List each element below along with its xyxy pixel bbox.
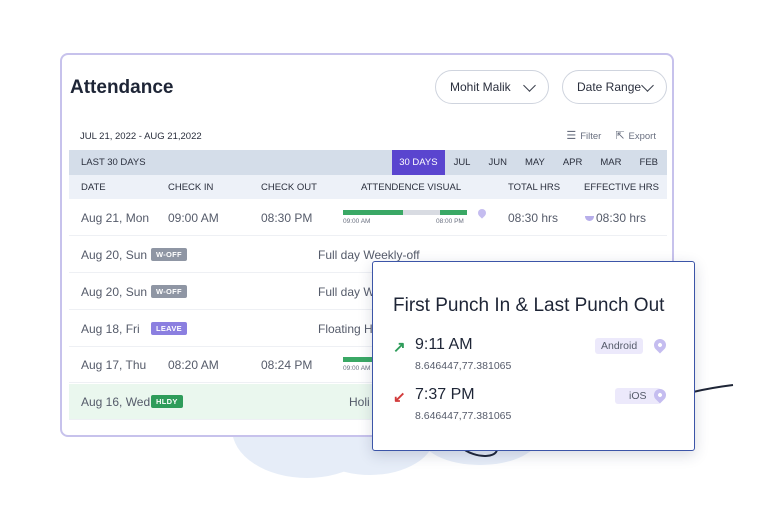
tab-may[interactable]: MAY <box>516 150 554 175</box>
column-header: CHECK IN <box>168 182 214 193</box>
status-badge: LEAVE <box>151 322 187 335</box>
row-note: Floating Ho <box>318 322 380 336</box>
column-header: TOTAL HRS <box>508 182 561 193</box>
filter-label: Filter <box>580 131 602 142</box>
table-header: DATE CHECK IN CHECK OUT ATTENDENCE VISUA… <box>69 175 667 199</box>
toolbar-actions: ☰ Filter ⇱ Export <box>566 129 656 142</box>
punch-out-coords: 8.646447,77.381065 <box>415 410 512 422</box>
tab-jun[interactable]: JUN <box>479 150 515 175</box>
attendance-visual: 09:00 AM 08:00 PM <box>343 210 468 228</box>
row-note: Holi <box>349 395 370 409</box>
row-date: Aug 17, Thu <box>81 358 147 372</box>
filter-icon: ☰ <box>566 130 577 142</box>
filter-button[interactable]: ☰ Filter <box>566 129 601 142</box>
row-note: Full day Weekly-off <box>318 248 420 262</box>
punch-out-entry: ↙ 7:37 PM 8.646447,77.381065 iOS <box>393 386 683 426</box>
row-date: Aug 21, Mon <box>81 211 150 225</box>
column-header: EFFECTIVE HRS <box>584 182 659 193</box>
column-header: CHECK OUT <box>261 182 317 193</box>
tab-mar[interactable]: MAR <box>591 150 630 175</box>
coffee-icon <box>585 216 594 221</box>
tab-apr[interactable]: APR <box>554 150 592 175</box>
row-check-out: 08:30 PM <box>261 211 313 225</box>
user-select[interactable]: Mohit Malik <box>435 70 549 104</box>
popup-title: First Punch In & Last Punch Out <box>393 295 665 316</box>
column-header: ATTENDENCE VISUAL <box>361 182 462 193</box>
row-check-in: 08:20 AM <box>168 358 219 372</box>
table-row[interactable]: Aug 21, Mon 09:00 AM 08:30 PM 09:00 AM 0… <box>69 200 667 236</box>
row-effective-hrs: 08:30 hrs <box>596 211 647 225</box>
location-pin-icon[interactable] <box>476 207 488 219</box>
punch-popup: First Punch In & Last Punch Out ↗ 9:11 A… <box>372 261 695 451</box>
export-label: Export <box>628 131 656 142</box>
date-range-select[interactable]: Date Range <box>562 70 667 104</box>
date-range-select-value: Date Range <box>577 80 642 94</box>
page-title: Attendance <box>70 77 174 98</box>
user-select-value: Mohit Malik <box>450 80 511 94</box>
row-date: Aug 18, Fri <box>81 322 140 336</box>
visual-start-label: 09:00 AM <box>343 218 371 225</box>
range-tabs: 30 DAYS JUL JUN MAY APR MAR FEB <box>392 150 667 175</box>
row-date: Aug 16, Wed <box>81 395 151 409</box>
visual-present-bar <box>440 210 467 215</box>
punch-in-coords: 8.646447,77.381065 <box>415 360 512 372</box>
location-pin-icon[interactable] <box>651 336 669 354</box>
tab-feb[interactable]: FEB <box>631 150 667 175</box>
chevron-down-icon <box>523 78 536 92</box>
export-icon: ⇱ <box>615 130 625 142</box>
row-date: Aug 20, Sun <box>81 285 148 299</box>
row-date: Aug 20, Sun <box>81 248 148 262</box>
export-button[interactable]: ⇱ Export <box>615 129 656 142</box>
tab-jul[interactable]: JUL <box>445 150 480 175</box>
range-label: LAST 30 DAYS <box>81 157 146 168</box>
visual-present-bar <box>343 210 403 215</box>
status-badge: HLDY <box>151 395 183 408</box>
stage: Attendance Mohit Malik Date Range JUL 21… <box>0 0 766 505</box>
chevron-down-icon <box>641 78 654 92</box>
arrow-up-right-icon: ↗ <box>393 339 406 356</box>
punch-in-entry: ↗ 9:11 AM 8.646447,77.381065 Android <box>393 336 683 376</box>
status-badge: W-OFF <box>151 285 187 298</box>
row-total-hrs: 08:30 hrs <box>508 211 559 225</box>
arrow-down-left-icon: ↙ <box>393 389 406 406</box>
visual-start-label: 09:00 AM <box>343 365 371 372</box>
status-badge: W-OFF <box>151 248 187 261</box>
tab-30-days[interactable]: 30 DAYS <box>392 150 445 175</box>
column-header: DATE <box>81 182 106 193</box>
visual-gap-bar <box>403 210 440 215</box>
device-badge: Android <box>595 338 644 354</box>
row-check-out: 08:24 PM <box>261 358 313 372</box>
visual-end-label: 08:00 PM <box>436 218 464 225</box>
row-check-in: 09:00 AM <box>168 211 219 225</box>
punch-out-time: 7:37 PM <box>415 386 475 403</box>
punch-in-time: 9:11 AM <box>415 336 473 353</box>
range-bar: LAST 30 DAYS 30 DAYS JUL JUN MAY APR MAR… <box>69 150 667 175</box>
date-range-text: JUL 21, 2022 - AUG 21,2022 <box>80 131 202 142</box>
